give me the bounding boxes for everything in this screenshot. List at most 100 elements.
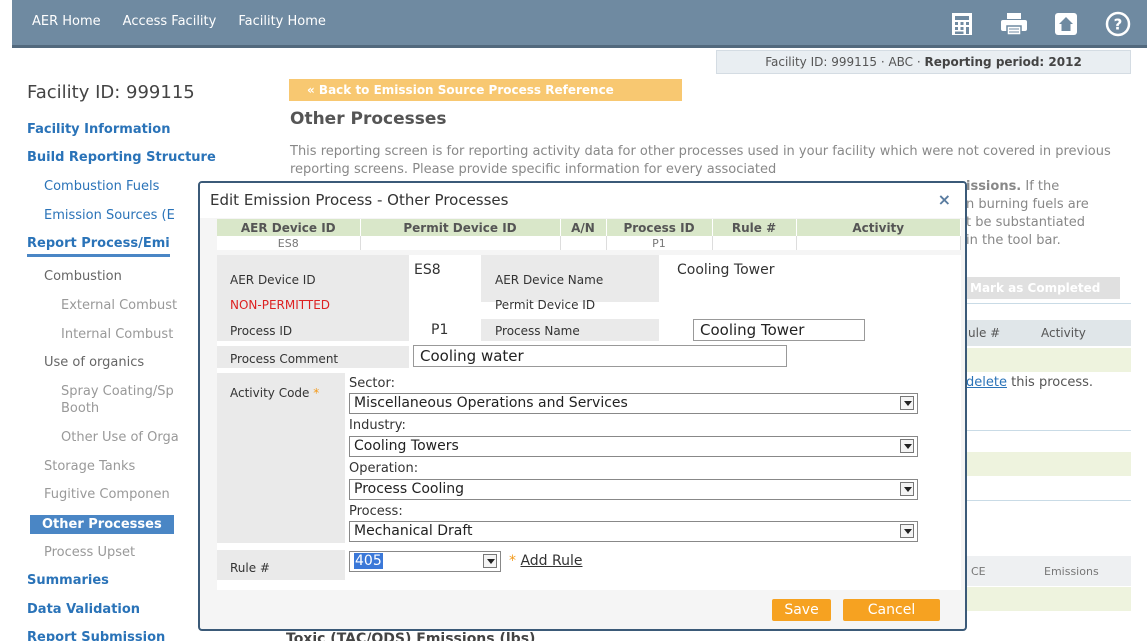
cell-permit-device-id — [360, 236, 561, 250]
process-table-header: ule # Activity — [966, 320, 1131, 346]
cell-activity — [796, 236, 961, 250]
process-id-value: P1 — [431, 322, 449, 338]
back-to-reference-button[interactable]: « Back to Emission Source Process Refere… — [289, 79, 682, 101]
sidebar-item-booth: Booth — [61, 401, 100, 416]
col-ce: CE — [971, 565, 986, 578]
nav-access-facility[interactable]: Access Facility — [123, 14, 217, 29]
delete-link[interactable]: delete — [966, 375, 1007, 390]
chevron-down-icon — [900, 396, 914, 410]
close-icon[interactable]: × — [938, 190, 951, 209]
intro-text-fragment-2: n burning fuels are — [966, 197, 1089, 212]
sidebar-item-storage-tanks[interactable]: Storage Tanks — [44, 459, 135, 474]
sidebar-item-other-processes[interactable]: Other Processes — [30, 515, 174, 534]
sidebar-item-report-process[interactable]: Report Process/Emi — [27, 236, 170, 257]
sidebar-facility-title: Facility ID: 999115 — [27, 82, 195, 103]
rule-label: Rule # — [230, 561, 270, 575]
industry-value: Cooling Towers — [354, 438, 459, 454]
rule-select[interactable]: 405 — [349, 551, 501, 572]
sidebar-item-spray-coating[interactable]: Spray Coating/Sp — [61, 384, 174, 399]
sidebar-item-fugitive-components[interactable]: Fugitive Componen — [44, 487, 170, 502]
industry-select[interactable]: Cooling Towers — [349, 436, 918, 457]
nav-aer-home[interactable]: AER Home — [32, 14, 101, 29]
intro-text-fragment-3: t be substantiated — [966, 215, 1085, 230]
facility-info-text: Facility ID: 999115 · ABC · — [765, 55, 921, 69]
reporting-period: Reporting period: 2012 — [924, 55, 1082, 69]
sidebar-item-combustion-fuels[interactable]: Combustion Fuels — [44, 179, 159, 194]
col-activity: Activity — [1041, 326, 1086, 340]
aer-device-name-label: AER Device Name — [495, 273, 604, 287]
industry-label: Industry: — [349, 418, 406, 433]
col-emissions: Emissions — [1044, 565, 1099, 578]
sidebar-item-data-validation[interactable]: Data Validation — [27, 602, 140, 617]
chevron-down-icon — [900, 524, 914, 538]
operation-select[interactable]: Process Cooling — [349, 479, 918, 500]
activity-code-text: Activity Code — [230, 386, 310, 400]
cell-aer-device-id: ES8 — [217, 236, 361, 250]
emissions-table-header: CE Emissions — [966, 556, 1131, 586]
divider — [966, 303, 1131, 304]
process-comment-label: Process Comment — [230, 352, 339, 366]
sidebar-item-emission-sources[interactable]: Emission Sources (E — [44, 208, 175, 223]
sidebar-item-combustion[interactable]: Combustion — [44, 269, 122, 284]
th-aer-device-id: AER Device ID — [217, 219, 361, 236]
chevron-down-icon — [900, 482, 914, 496]
add-rule-link[interactable]: Add Rule — [520, 553, 582, 569]
sector-select[interactable]: Miscellaneous Operations and Services — [349, 393, 918, 414]
th-activity: Activity — [796, 219, 961, 236]
required-star: * — [313, 386, 320, 400]
operation-label: Operation: — [349, 461, 419, 476]
cell-an — [560, 236, 607, 250]
sector-value: Miscellaneous Operations and Services — [354, 395, 628, 411]
sidebar-item-report-submission[interactable]: Report Submission — [27, 630, 165, 641]
process-table-row — [966, 348, 1131, 372]
calculator-icon[interactable] — [947, 9, 977, 39]
intro-text-fragment-1: issions. If the — [966, 179, 1059, 194]
sector-label: Sector: — [349, 376, 395, 391]
divider — [966, 500, 1131, 501]
non-permitted-label: NON-PERMITTED — [230, 298, 331, 312]
facility-info-bar: Facility ID: 999115 · ABC · Reporting pe… — [716, 50, 1131, 74]
process-name-input[interactable]: Cooling Tower — [693, 319, 865, 341]
help-icon[interactable]: ? — [1103, 9, 1133, 39]
process-comment-input[interactable]: Cooling water — [413, 345, 787, 367]
home-icon[interactable] — [1051, 9, 1081, 39]
cancel-button[interactable]: Cancel — [843, 599, 940, 621]
sidebar-item-facility-information[interactable]: Facility Information — [27, 122, 170, 137]
table-row[interactable]: ES8 P1 — [217, 236, 961, 250]
sidebar-item-external-combustion[interactable]: External Combust — [61, 298, 177, 313]
nav-facility-home[interactable]: Facility Home — [238, 14, 326, 29]
page-title: Other Processes — [290, 109, 447, 129]
process-label: Process: — [349, 504, 403, 519]
intro-if-the: If the — [1021, 179, 1060, 194]
required-star: * — [509, 553, 516, 569]
chevron-down-icon — [900, 439, 914, 453]
summary-row — [966, 452, 1131, 476]
chevron-down-icon — [483, 554, 497, 568]
permit-device-id-label: Permit Device ID — [495, 298, 596, 312]
add-rule-group: * Add Rule — [509, 553, 582, 569]
sidebar-item-process-upset[interactable]: Process Upset — [44, 545, 135, 560]
save-button[interactable]: Save — [772, 599, 831, 621]
mark-as-completed-button[interactable]: Mark as Completed — [966, 277, 1120, 299]
process-value: Mechanical Draft — [354, 523, 473, 539]
intro-emissions-bold: issions. — [966, 179, 1022, 194]
sidebar-item-use-of-organics[interactable]: Use of organics — [44, 355, 144, 370]
print-icon[interactable] — [999, 9, 1029, 39]
svg-text:?: ? — [1114, 16, 1123, 34]
divider — [966, 430, 1131, 431]
aer-device-id-label: AER Device ID — [230, 273, 316, 287]
th-an: A/N — [560, 219, 607, 236]
top-navigation-bar: AER Home Access Facility Facility Home ? — [12, 0, 1147, 48]
sidebar-item-summaries[interactable]: Summaries — [27, 573, 109, 588]
sidebar-item-other-use-of-organics[interactable]: Other Use of Orga — [61, 430, 179, 445]
sidebar-item-build-reporting-structure[interactable]: Build Reporting Structure — [27, 150, 216, 165]
process-select[interactable]: Mechanical Draft — [349, 521, 918, 542]
process-edit-form: AER Device ID ES8 AER Device Name Coolin… — [217, 255, 961, 590]
toxic-emissions-heading: Toxic (TAC/ODS) Emissions (lbs) — [286, 631, 536, 641]
process-id-label: Process ID — [230, 324, 293, 338]
process-summary-table: AER Device ID Permit Device ID A/N Proce… — [217, 219, 961, 250]
edit-emission-process-dialog: Edit Emission Process - Other Processes … — [198, 181, 967, 631]
sidebar-item-internal-combustion[interactable]: Internal Combust — [61, 327, 173, 342]
operation-value: Process Cooling — [354, 481, 465, 497]
delete-process-text: delete this process. — [966, 375, 1093, 390]
